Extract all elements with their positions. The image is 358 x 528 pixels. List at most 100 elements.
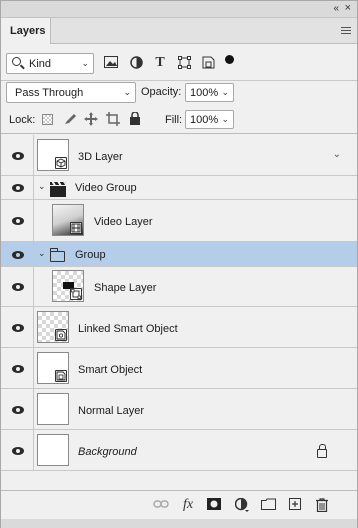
eye-column-divider <box>33 430 34 470</box>
layer-name: Shape Layer <box>94 282 157 294</box>
visibility-eye-icon[interactable] <box>10 282 26 292</box>
visibility-eye-icon[interactable] <box>10 250 26 260</box>
expand-chevron-icon[interactable]: ⌄ <box>333 149 341 160</box>
layer-row-linked-smart-object[interactable]: Linked Smart Object <box>1 307 357 348</box>
layer-row-normal[interactable]: Normal Layer <box>1 389 357 430</box>
folder-icon <box>50 248 65 262</box>
layer-thumbnail <box>52 270 84 302</box>
tab-layers[interactable]: Layers <box>1 18 51 44</box>
layer-name: Video Group <box>75 182 137 194</box>
eye-column-divider <box>33 389 34 429</box>
opacity-label: Opacity: <box>141 86 182 98</box>
visibility-eye-icon[interactable] <box>10 446 26 456</box>
video-clapper-icon <box>50 182 66 197</box>
visibility-eye-icon[interactable] <box>10 364 26 374</box>
filter-toggle-icon[interactable] <box>225 55 234 64</box>
lock-artboard-icon[interactable] <box>106 112 120 126</box>
lock-transparency-icon[interactable] <box>42 114 53 125</box>
fill-value: 100% <box>190 114 219 126</box>
lock-icon[interactable] <box>317 444 327 458</box>
layer-name: Group <box>75 249 106 261</box>
tab-bar: Layers <box>1 18 357 44</box>
visibility-eye-icon[interactable] <box>10 405 26 415</box>
film-badge-icon <box>70 222 82 234</box>
chevron-down-icon: ⌄ <box>81 58 89 68</box>
layer-name: Background <box>78 446 137 458</box>
blend-mode-value: Pass Through <box>15 87 84 99</box>
lock-label: Lock: <box>9 114 36 126</box>
layers-bottom-toolbar: fx <box>1 490 357 519</box>
layer-name: Smart Object <box>78 364 143 376</box>
chevron-down-icon: ⌄ <box>123 87 131 97</box>
type-filter-icon[interactable]: T <box>152 56 168 70</box>
filter-row: Kind ⌄ T <box>1 45 357 81</box>
eye-column-divider <box>33 307 34 347</box>
eye-column-divider <box>33 242 34 266</box>
blend-mode-select[interactable]: Pass Through ⌄ <box>6 82 136 103</box>
layer-name: Linked Smart Object <box>78 323 178 335</box>
visibility-eye-icon[interactable] <box>10 216 26 226</box>
pixel-filter-icon[interactable] <box>103 56 119 70</box>
layer-thumbnail <box>37 139 69 171</box>
layer-row-video[interactable]: Video Layer <box>1 200 357 242</box>
panel-menu-icon[interactable] <box>341 27 351 35</box>
adjustment-filter-icon[interactable] <box>128 56 144 70</box>
layer-name: 3D Layer <box>78 151 123 163</box>
search-icon <box>12 57 21 66</box>
3d-badge-icon <box>55 157 67 169</box>
close-panel-icon[interactable]: × <box>345 2 351 14</box>
linked-smart-object-badge-icon <box>55 329 67 341</box>
opacity-field[interactable]: 100% ⌄ <box>185 83 234 102</box>
chevron-down-icon: ⌄ <box>221 87 229 97</box>
layer-name: Normal Layer <box>78 405 145 417</box>
new-group-icon[interactable] <box>260 498 276 512</box>
layer-thumbnail <box>37 352 69 384</box>
eye-column-divider <box>33 135 34 175</box>
link-layers-icon[interactable] <box>153 498 169 512</box>
layer-thumbnail <box>37 311 69 343</box>
layer-list: 3D Layer ⌄ ⌄ Video Group Video Layer ⌄ G… <box>1 135 357 471</box>
adjustment-layer-icon[interactable] <box>234 497 250 512</box>
filter-kind-label: Kind <box>29 58 52 70</box>
opacity-value: 100% <box>190 87 219 99</box>
layer-thumbnail <box>37 393 69 425</box>
filter-kind-select[interactable]: Kind ⌄ <box>6 53 94 74</box>
layer-row-3d[interactable]: 3D Layer ⌄ <box>1 135 357 176</box>
lock-pixels-icon[interactable] <box>63 112 77 126</box>
panel-title-bar: « × <box>1 1 357 18</box>
collapse-panel-icon[interactable]: « <box>333 3 338 14</box>
lock-row: Lock: Fill: 100% ⌄ <box>1 107 357 134</box>
visibility-eye-icon[interactable] <box>10 323 26 333</box>
fx-icon[interactable]: fx <box>180 498 196 512</box>
shape-badge-icon <box>70 288 82 300</box>
new-layer-icon[interactable] <box>287 498 303 512</box>
layer-name: Video Layer <box>94 216 153 228</box>
panel-footer-strip <box>1 519 357 528</box>
layer-row-shape[interactable]: Shape Layer <box>1 267 357 307</box>
smart-object-badge-icon <box>55 370 67 382</box>
visibility-eye-icon[interactable] <box>10 183 26 193</box>
blend-row: Pass Through ⌄ Opacity: 100% ⌄ <box>1 81 357 105</box>
layer-row-background[interactable]: Background <box>1 430 357 471</box>
eye-column-divider <box>33 200 34 241</box>
layer-thumbnail <box>37 434 69 466</box>
layer-mask-icon[interactable] <box>206 498 222 512</box>
lock-all-icon[interactable] <box>128 111 142 126</box>
chevron-down-icon: ⌄ <box>221 114 229 124</box>
shape-filter-icon[interactable] <box>176 56 192 70</box>
group-collapse-chevron-icon[interactable]: ⌄ <box>38 181 46 192</box>
layer-thumbnail <box>52 204 84 236</box>
visibility-eye-icon[interactable] <box>10 151 26 161</box>
fill-label: Fill: <box>165 114 183 126</box>
lock-position-icon[interactable] <box>84 112 98 126</box>
eye-column-divider <box>33 348 34 388</box>
smart-object-filter-icon[interactable] <box>200 56 216 70</box>
layers-panel: « × Layers Kind ⌄ T Pass Through ⌄ Opaci… <box>0 0 358 528</box>
eye-column-divider <box>33 267 34 306</box>
fill-field[interactable]: 100% ⌄ <box>185 110 234 129</box>
group-collapse-chevron-icon[interactable]: ⌄ <box>38 248 46 259</box>
layer-row-group[interactable]: ⌄ Group <box>1 242 357 267</box>
layer-row-smart-object[interactable]: Smart Object <box>1 348 357 389</box>
delete-layer-icon[interactable] <box>314 498 330 513</box>
layer-row-video-group[interactable]: ⌄ Video Group <box>1 176 357 200</box>
